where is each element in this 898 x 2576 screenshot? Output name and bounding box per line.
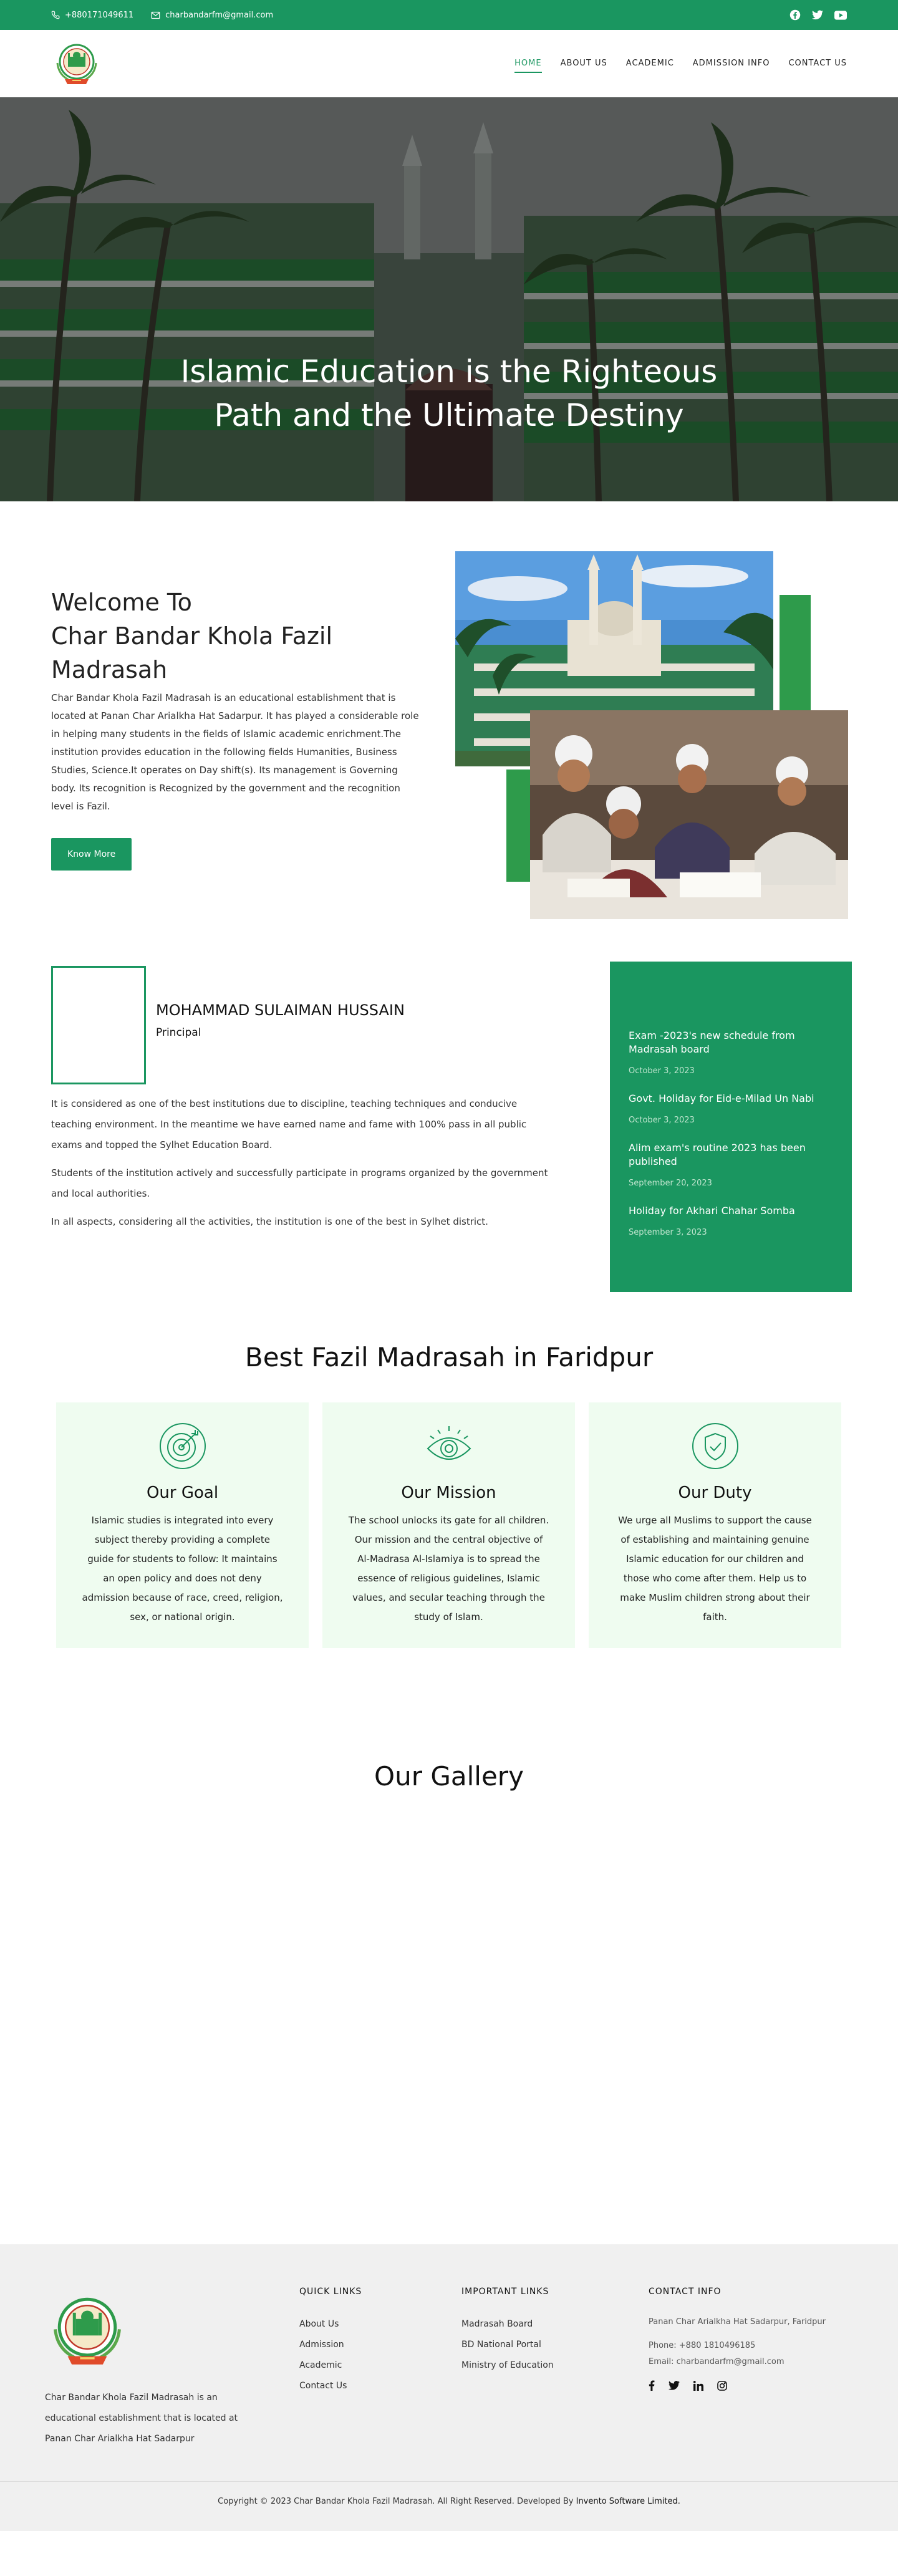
footer-link[interactable]: Academic — [299, 2355, 362, 2376]
notice-title[interactable]: Govt. Holiday for Eid-e-Milad Un Nabi — [629, 1092, 832, 1106]
nav-admission-info[interactable]: ADMISSION INFO — [693, 55, 770, 73]
notice-item[interactable]: Holiday for Akhari Chahar Somba Septembe… — [629, 1204, 832, 1237]
footer-email: Email: charbandarfm@gmail.com — [649, 2357, 785, 2366]
gallery-title: Our Gallery — [374, 1761, 524, 1792]
welcome-title-line1: Welcome To — [51, 589, 192, 616]
welcome-images — [455, 551, 848, 919]
facebook-icon[interactable] — [649, 2380, 655, 2391]
principal-message: It is considered as one of the best inst… — [51, 1094, 556, 1232]
principal-paragraph: It is considered as one of the best inst… — [51, 1098, 527, 1151]
footer-link[interactable]: Admission — [299, 2335, 362, 2355]
notice-item[interactable]: Alim exam's routine 2023 has been publis… — [629, 1141, 832, 1188]
contact-info: CONTACT INFO Panan Char Arialkha Hat Sad… — [649, 2287, 826, 2391]
welcome-title: Welcome To Char Bandar Khola Fazil Madra… — [51, 586, 388, 687]
quick-links: QUICK LINKS About Us Admission Academic … — [299, 2287, 362, 2396]
developer-link[interactable]: Invento Software Limited. — [576, 2497, 680, 2506]
notice-title[interactable]: Exam -2023's new schedule from Madrasah … — [629, 1029, 832, 1056]
nav-home[interactable]: HOME — [514, 55, 542, 73]
principal-photo — [51, 966, 146, 1084]
footer-social — [649, 2380, 826, 2391]
features-section: Best Fazil Madrasah in Faridpur Our Goal… — [0, 1324, 898, 1724]
features-title: Best Fazil Madrasah in Faridpur — [244, 1342, 654, 1372]
nav-academic[interactable]: ACADEMIC — [626, 55, 674, 73]
madrasah-logo[interactable] — [51, 38, 102, 89]
footer-link[interactable]: About Us — [299, 2314, 362, 2335]
feature-title: Our Duty — [678, 1483, 752, 1502]
twitter-icon[interactable] — [669, 2380, 680, 2391]
notice-title[interactable]: Holiday for Akhari Chahar Somba — [629, 1204, 832, 1218]
main-nav: HOME ABOUT US ACADEMIC ADMISSION INFO CO… — [514, 55, 847, 73]
top-contact: +880171049611 charbandarfm@gmail.com — [51, 11, 273, 20]
eye-icon — [424, 1421, 474, 1471]
notice-date: September 3, 2023 — [629, 1228, 707, 1237]
principal-role: Principal — [156, 1026, 201, 1039]
facebook-icon[interactable] — [789, 9, 801, 21]
hero-heading-line2: Path and the Ultimate Destiny — [214, 397, 684, 433]
gallery-section: Our Gallery — [0, 1724, 898, 2244]
footer-logo[interactable] — [45, 2288, 130, 2373]
feature-cards: Our Goal Islamic studies is integrated i… — [56, 1402, 841, 1648]
copyright-bar: Copyright © 2023 Char Bandar Khola Fazil… — [0, 2481, 898, 2531]
feature-text: Islamic studies is integrated into every… — [82, 1515, 283, 1623]
important-links-title: IMPORTANT LINKS — [461, 2287, 549, 2297]
principal-section: MOHAMMAD SULAIMAN HUSSAIN Principal It i… — [0, 950, 898, 1324]
linkedin-icon[interactable] — [693, 2380, 703, 2391]
footer-about: Char Bandar Khola Fazil Madrasah is an e… — [45, 2393, 238, 2444]
footer-link[interactable]: Contact Us — [299, 2376, 362, 2396]
feature-title: Our Mission — [401, 1483, 496, 1502]
principal-paragraph: In all aspects, considering all the acti… — [51, 1216, 488, 1227]
feature-card-goal: Our Goal Islamic studies is integrated i… — [56, 1402, 309, 1648]
know-more-button[interactable]: Know More — [51, 838, 132, 871]
notice-title[interactable]: Alim exam's routine 2023 has been publis… — [629, 1141, 832, 1169]
top-email-text: charbandarfm@gmail.com — [165, 10, 274, 20]
target-icon — [158, 1421, 208, 1471]
hero-banner: Islamic Education is the Righteous Path … — [0, 97, 898, 501]
principal-name: MOHAMMAD SULAIMAN HUSSAIN — [156, 1001, 405, 1019]
site-footer: Char Bandar Khola Fazil Madrasah is an e… — [0, 2244, 898, 2481]
feature-text: We urge all Muslims to support the cause… — [618, 1515, 812, 1623]
quick-links-title: QUICK LINKS — [299, 2287, 362, 2297]
hero-overlay — [0, 97, 898, 501]
welcome-body: Char Bandar Khola Fazil Madrasah is an e… — [51, 692, 419, 812]
feature-card-duty: Our Duty We urge all Muslims to support … — [589, 1402, 841, 1648]
important-links: IMPORTANT LINKS Madrasah Board BD Nation… — [461, 2287, 554, 2376]
notice-board: Exam -2023's new schedule from Madrasah … — [610, 962, 852, 1292]
notice-item[interactable]: Exam -2023's new schedule from Madrasah … — [629, 1029, 832, 1076]
phone-icon — [51, 11, 60, 19]
notice-date: October 3, 2023 — [629, 1116, 695, 1125]
top-email[interactable]: charbandarfm@gmail.com — [151, 11, 273, 20]
envelope-icon — [151, 11, 160, 19]
feature-title: Our Goal — [146, 1483, 219, 1502]
feature-text: The school unlocks its gate for all chil… — [348, 1515, 549, 1623]
copyright-text: Copyright © 2023 Char Bandar Khola Fazil… — [218, 2497, 574, 2506]
instagram-icon[interactable] — [717, 2380, 727, 2391]
footer-link[interactable]: Madrasah Board — [461, 2314, 554, 2335]
footer-phone: Phone: +880 1810496185 — [649, 2341, 756, 2350]
top-phone[interactable]: +880171049611 — [51, 11, 133, 20]
notice-item[interactable]: Govt. Holiday for Eid-e-Milad Un Nabi Oc… — [629, 1092, 832, 1125]
welcome-section: Welcome To Char Bandar Khola Fazil Madra… — [0, 501, 898, 950]
principal-paragraph: Students of the institution actively and… — [51, 1167, 548, 1199]
hero-heading-line1: Islamic Education is the Righteous — [180, 354, 718, 390]
contact-info-title: CONTACT INFO — [649, 2287, 722, 2297]
footer-link[interactable]: Ministry of Education — [461, 2355, 554, 2376]
footer-address: Panan Char Arialkha Hat Sadarpur, Faridp… — [649, 2317, 826, 2327]
notice-date: October 3, 2023 — [629, 1066, 695, 1076]
site-header: HOME ABOUT US ACADEMIC ADMISSION INFO CO… — [0, 30, 898, 97]
nav-about-us[interactable]: ABOUT US — [561, 55, 607, 73]
top-phone-text: +880171049611 — [65, 10, 134, 20]
footer-link[interactable]: BD National Portal — [461, 2335, 554, 2355]
hero-heading: Islamic Education is the Righteous Path … — [0, 350, 898, 437]
nav-contact-us[interactable]: CONTACT US — [788, 55, 847, 73]
twitter-icon[interactable] — [812, 10, 823, 20]
youtube-icon[interactable] — [834, 10, 847, 20]
students-photo — [530, 710, 848, 919]
top-social — [789, 9, 847, 21]
notice-date: September 20, 2023 — [629, 1179, 712, 1188]
welcome-title-line2: Char Bandar Khola Fazil Madrasah — [51, 622, 333, 683]
shield-check-icon — [690, 1421, 740, 1471]
welcome-text: Welcome To Char Bandar Khola Fazil Madra… — [51, 586, 425, 871]
top-bar: +880171049611 charbandarfm@gmail.com — [0, 0, 898, 30]
feature-card-mission: Our Mission The school unlocks its gate … — [322, 1402, 575, 1648]
